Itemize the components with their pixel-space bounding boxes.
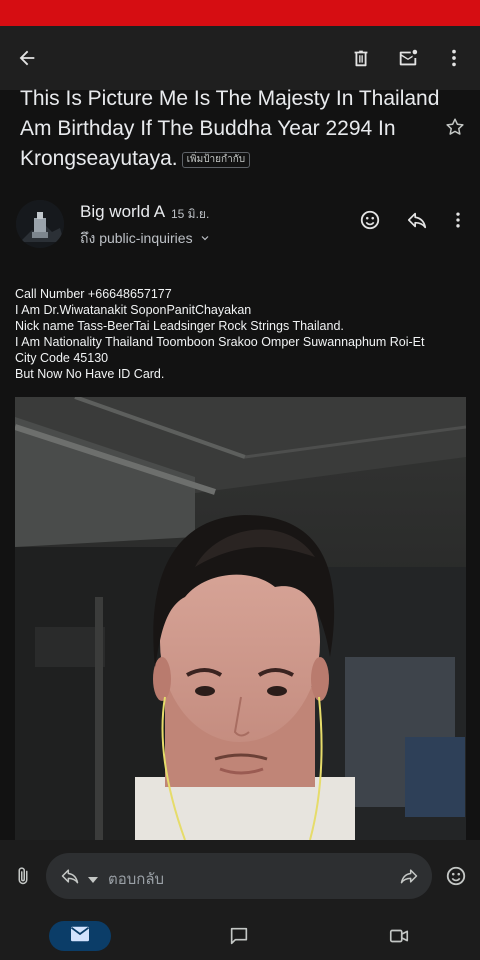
react-emoji-button[interactable] bbox=[352, 202, 388, 238]
reply-placeholder: ตอบกลับ bbox=[108, 871, 165, 888]
reply-type-dropdown[interactable] bbox=[52, 858, 88, 894]
smiley-icon bbox=[445, 865, 467, 887]
recipient-details-toggle[interactable]: ถึง public-inquiries bbox=[80, 228, 211, 250]
star-button[interactable] bbox=[444, 116, 466, 143]
subject-line: Krongseayutaya. เพิ่มป้ายกำกับ bbox=[20, 144, 440, 174]
status-bar bbox=[0, 0, 480, 26]
body-line: But Now No Have ID Card. bbox=[15, 367, 165, 381]
forward-icon bbox=[399, 866, 419, 886]
chat-icon bbox=[228, 925, 250, 947]
sender-name[interactable]: Big world A bbox=[80, 202, 165, 222]
mark-unread-button[interactable] bbox=[390, 40, 426, 76]
sender-avatar[interactable] bbox=[16, 200, 64, 248]
forward-button[interactable] bbox=[391, 858, 427, 894]
paperclip-icon bbox=[13, 866, 33, 886]
caret-down-icon bbox=[88, 871, 98, 889]
reply-icon bbox=[406, 209, 428, 231]
delete-button[interactable] bbox=[343, 40, 379, 76]
more-vert-icon bbox=[448, 210, 468, 230]
more-vert-icon bbox=[443, 47, 465, 69]
emoji-button[interactable] bbox=[438, 858, 474, 894]
reply-button[interactable] bbox=[399, 202, 435, 238]
attach-button[interactable] bbox=[5, 858, 41, 894]
video-camera-icon bbox=[388, 925, 410, 947]
subject-line: This Is Picture Me Is The Majesty In Tha… bbox=[20, 87, 440, 110]
body-line: Nick name Tass-BeerTai Leadsinger Rock S… bbox=[15, 319, 344, 333]
trash-icon bbox=[350, 47, 372, 69]
back-button[interactable] bbox=[9, 40, 45, 76]
email-subject: This Is Picture Me Is The Majesty In Tha… bbox=[20, 84, 440, 174]
email-body: Call Number +66648657177 I Am Dr.Wiwatan… bbox=[15, 286, 470, 382]
body-line: I Am Nationality Thailand Toomboon Srako… bbox=[15, 335, 425, 349]
reply-input[interactable]: ตอบกลับ bbox=[46, 853, 432, 899]
smiley-icon bbox=[359, 209, 381, 231]
arrow-left-icon bbox=[16, 47, 38, 69]
recipient-text: ถึง public-inquiries bbox=[80, 230, 193, 246]
body-line: Call Number +66648657177 bbox=[15, 287, 172, 301]
mail-unread-icon bbox=[396, 47, 420, 69]
subject-line: Am Birthday If The Buddha Year 2294 In bbox=[20, 117, 396, 140]
reply-area: ตอบกลับ bbox=[0, 840, 480, 912]
add-label-chip[interactable]: เพิ่มป้ายกำกับ bbox=[181, 152, 251, 168]
star-icon bbox=[444, 118, 466, 142]
nav-mail-tab[interactable] bbox=[49, 921, 111, 951]
body-line: City Code 45130 bbox=[15, 351, 109, 365]
chevron-down-icon bbox=[199, 231, 211, 247]
email-date: 15 มิ.ย. bbox=[171, 207, 210, 221]
bottom-navigation bbox=[0, 912, 480, 960]
app-bar bbox=[0, 26, 480, 90]
body-line: I Am Dr.Wiwatanakit SoponPanitChayakan bbox=[15, 303, 252, 317]
nav-chat-tab[interactable] bbox=[221, 918, 257, 954]
nav-meet-tab[interactable] bbox=[381, 918, 417, 954]
message-more-button[interactable] bbox=[440, 202, 476, 238]
attached-photo[interactable] bbox=[15, 397, 466, 840]
reply-icon bbox=[60, 866, 80, 886]
mail-icon bbox=[69, 925, 91, 948]
more-options-button[interactable] bbox=[436, 40, 472, 76]
